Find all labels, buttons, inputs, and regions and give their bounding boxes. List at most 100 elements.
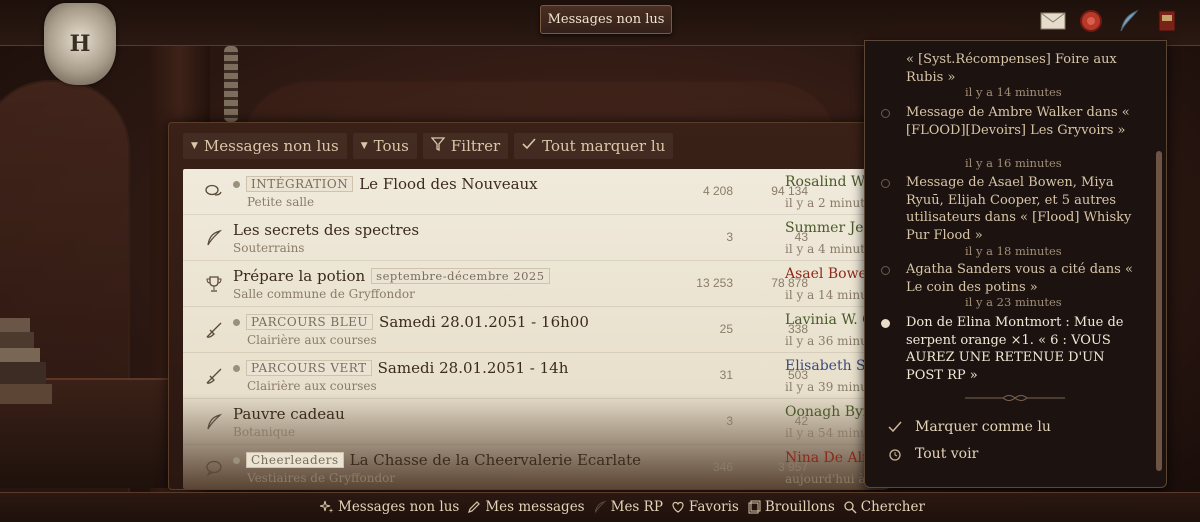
caret-down-icon: ▼: [360, 141, 368, 151]
thread-title-line: PARCOURS VERT Samedi 28.01.2051 - 14h: [233, 359, 568, 377]
unread-threads-panel: ▼ Messages non lus ▼ Tous Filtrer Tout m…: [168, 122, 889, 490]
reply-count: 25: [719, 322, 733, 336]
read-bullet-icon: [881, 109, 890, 118]
envelope-icon[interactable]: [1040, 8, 1066, 34]
notification-item[interactable]: Message de Asael Bowen, Miya Ryuū, Elija…: [865, 174, 1155, 258]
feather-icon: [593, 500, 607, 514]
thread-prefix-badge[interactable]: PARCOURS BLEU: [246, 314, 374, 330]
thread-row[interactable]: PARCOURS BLEU Samedi 28.01.2051 - 16h00 Cl…: [183, 307, 889, 353]
notification-item[interactable]: Message de Ambre Walker dans « [FLOOD][D…: [865, 104, 1155, 174]
unread-dot: [233, 364, 240, 372]
mark-as-read-action[interactable]: Marquer comme lu: [887, 419, 1051, 435]
all-filter-dropdown[interactable]: ▼ Tous: [352, 133, 417, 159]
top-icons: [1040, 8, 1180, 34]
bottom-nav-label: Chercher: [860, 499, 925, 515]
bottom-nav-messages-non-lus[interactable]: Messages non lus: [320, 499, 459, 515]
notification-text: « [Syst.Récompenses] Foire aux Rubis »: [906, 52, 1117, 85]
notification-time: il y a 14 minutes: [965, 85, 1062, 99]
notification-item[interactable]: Don de Elina Montmort : Mue de serpent o…: [865, 314, 1155, 384]
thread-title-link[interactable]: Samedi 28.01.2051 - 16h00: [379, 313, 589, 331]
book-icon[interactable]: [1154, 8, 1180, 34]
thread-forum-link[interactable]: Petite salle: [247, 195, 314, 209]
thread-row[interactable]: Les secrets des spectres Souterrains 3 43 Su…: [183, 215, 889, 261]
thread-title-link[interactable]: Pauvre cadeau: [233, 405, 345, 423]
last-post-time[interactable]: il y a 36 minut: [785, 334, 873, 348]
thread-title-link[interactable]: Le Flood des Nouveaux: [359, 175, 537, 193]
thread-title-link[interactable]: Prépare la potion: [233, 267, 365, 285]
thread-forum-link[interactable]: Botanique: [233, 425, 295, 439]
ornament-divider: [965, 395, 1065, 401]
thread-prefix-badge[interactable]: INTÉGRATION: [246, 176, 354, 192]
thread-row[interactable]: INTÉGRATION Le Flood des Nouveaux Petite s…: [183, 169, 889, 215]
checkmark-icon: [887, 419, 903, 435]
thread-title-line: Cheerleaders La Chasse de la Cheervalerie…: [233, 451, 641, 469]
bottom-nav-label: Mes RP: [610, 499, 663, 515]
thread-forum-link[interactable]: Clairière aux courses: [247, 333, 377, 347]
thread-forum-link[interactable]: Vestiaires de Gryffondor: [247, 471, 395, 485]
unread-dot: [233, 180, 240, 188]
thread-list: INTÉGRATION Le Flood des Nouveaux Petite s…: [183, 169, 889, 489]
mark-all-read-button[interactable]: Tout marquer lu: [514, 133, 674, 159]
thread-tag-badge[interactable]: septembre-décembre 2025: [371, 268, 550, 284]
see-all-action[interactable]: Tout voir: [887, 446, 978, 462]
chain-decoration: [224, 46, 238, 122]
unread-dot: [233, 456, 240, 464]
checkmark-icon: [522, 137, 536, 155]
thread-prefix-badge[interactable]: Cheerleaders: [246, 452, 344, 468]
seal-icon[interactable]: [1078, 8, 1104, 34]
reply-count: 3: [726, 414, 733, 428]
thread-row[interactable]: Prépare la potion septembre-décembre 2025…: [183, 261, 889, 307]
thread-title-link[interactable]: La Chasse de la Cheervalerie Ecarlate: [350, 451, 641, 469]
last-poster-link[interactable]: Oonagh Byr: [785, 404, 870, 420]
quill-icon[interactable]: [1116, 8, 1142, 34]
thread-row[interactable]: Pauvre cadeau Botanique 3 42 Oonagh Byr il y …: [183, 399, 889, 445]
page-title-sign: Messages non lus: [540, 5, 672, 34]
last-post-time[interactable]: il y a 2 minut: [785, 196, 865, 210]
notification-time: il y a 18 minutes: [965, 244, 1062, 258]
thread-forum-link[interactable]: Souterrains: [233, 241, 304, 255]
thread-prefix-badge[interactable]: PARCOURS VERT: [246, 360, 372, 376]
alarm-clock-icon: [887, 446, 903, 462]
thread-row[interactable]: Cheerleaders La Chasse de la Cheervalerie…: [183, 445, 889, 489]
last-poster-link[interactable]: Lavinia W. C: [785, 312, 873, 328]
last-post-time[interactable]: aujourd'hui à: [785, 472, 866, 486]
search-icon: [843, 500, 857, 514]
last-poster-link[interactable]: Nina De Aln: [785, 450, 871, 466]
pen-icon: [467, 500, 481, 514]
notification-text: Message de Asael Bowen, Miya Ryuū, Elija…: [906, 175, 1132, 243]
last-poster-link[interactable]: Elisabeth Sv: [785, 358, 874, 374]
last-post-time[interactable]: il y a 14 minut: [785, 288, 873, 302]
last-post-time[interactable]: il y a 54 minut: [785, 426, 873, 440]
feather-icon: [205, 229, 223, 247]
bottom-nav-mes-messages[interactable]: Mes messages: [467, 499, 585, 515]
last-poster-link[interactable]: Summer Jen: [785, 220, 873, 236]
speech-bubble-icon: [205, 459, 223, 477]
chat-bubbles-icon: [205, 183, 223, 201]
filter-button[interactable]: Filtrer: [422, 133, 509, 159]
last-poster-link[interactable]: Asael Bowen: [785, 266, 876, 282]
notification-text: Don de Elina Montmort : Mue de serpent o…: [906, 315, 1124, 383]
last-post-time[interactable]: il y a 4 minut: [785, 242, 865, 256]
heart-icon: [671, 500, 685, 514]
thread-forum-link[interactable]: Clairière aux courses: [247, 379, 377, 393]
bottom-nav-brouillons[interactable]: Brouillons: [747, 499, 835, 515]
drafts-icon: [747, 500, 761, 514]
thread-title-link[interactable]: Les secrets des spectres: [233, 221, 419, 239]
notification-time: il y a 16 minutes: [965, 156, 1062, 170]
bottom-nav-label: Messages non lus: [338, 499, 460, 515]
read-bullet-icon: [881, 179, 890, 188]
last-post-time[interactable]: il y a 39 minut: [785, 380, 873, 394]
thread-title-line: Les secrets des spectres: [233, 221, 419, 239]
last-poster-link[interactable]: Rosalind W: [785, 174, 865, 190]
thread-forum-link[interactable]: Salle commune de Gryffondor: [233, 287, 415, 301]
thread-title-line: Prépare la potion septembre-décembre 2025: [233, 267, 550, 285]
thread-title-line: INTÉGRATION Le Flood des Nouveaux: [233, 175, 538, 193]
unread-filter-dropdown[interactable]: ▼ Messages non lus: [183, 133, 347, 159]
bottom-nav-favoris[interactable]: Favoris: [671, 499, 739, 515]
bottom-nav-mes-rp[interactable]: Mes RP: [593, 499, 663, 515]
hogwarts-crest-logo[interactable]: H: [44, 3, 116, 85]
bottom-nav-chercher[interactable]: Chercher: [843, 499, 925, 515]
scrollbar-thumb[interactable]: [1156, 151, 1162, 471]
thread-title-link[interactable]: Samedi 28.01.2051 - 14h: [378, 359, 569, 377]
thread-row[interactable]: PARCOURS VERT Samedi 28.01.2051 - 14h Clai…: [183, 353, 889, 399]
